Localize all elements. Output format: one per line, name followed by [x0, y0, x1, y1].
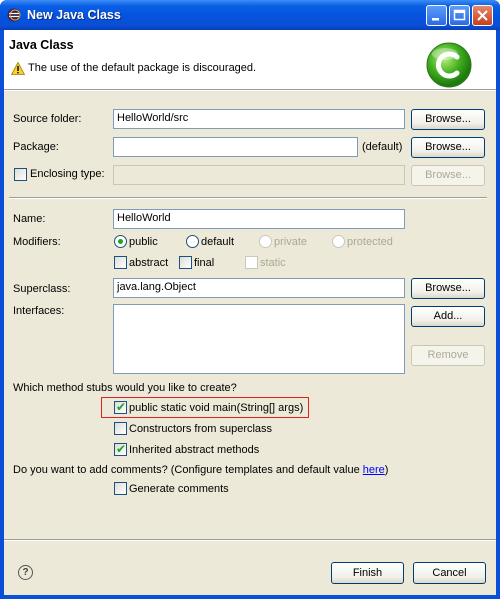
enclosing-type-label: Enclosing type: — [30, 168, 105, 180]
final-checkbox[interactable] — [179, 256, 192, 269]
superclass-browse-button[interactable]: Browse... — [411, 278, 485, 299]
superclass-label: Superclass: — [13, 283, 71, 295]
enclosing-type-browse-button: Browse... — [411, 165, 485, 186]
final-checkbox-label: final — [194, 257, 215, 269]
window-frame-bottom — [0, 595, 500, 599]
source-folder-browse-button[interactable]: Browse... — [411, 109, 485, 130]
wizard-header: Java Class The use of the default packag… — [4, 30, 496, 89]
window-title: New Java Class — [27, 8, 121, 22]
eclipse-icon — [7, 8, 21, 22]
checkmark-icon: ✔ — [116, 400, 127, 414]
inherited-methods-checkbox[interactable]: ✔ — [114, 442, 127, 456]
public-radio-label: public — [129, 236, 158, 248]
close-icon — [477, 10, 488, 21]
generate-comments-checkbox[interactable] — [114, 482, 127, 495]
name-label: Name: — [13, 213, 46, 225]
package-browse-button[interactable]: Browse... — [411, 137, 485, 158]
protected-radio-label: protected — [347, 236, 393, 248]
constructors-label: Constructors from superclass — [129, 423, 273, 435]
java-class-icon — [426, 42, 472, 88]
static-checkbox-label: static — [260, 257, 286, 269]
checkmark-icon: ✔ — [116, 442, 127, 456]
add-interface-button[interactable]: Add... — [411, 306, 485, 327]
configure-templates-link[interactable]: here — [363, 464, 385, 476]
cancel-button[interactable]: Cancel — [413, 562, 486, 584]
dialog-body: Source folder: HelloWorld/src Browse... … — [4, 91, 496, 595]
dialog-window: New Java Class Java Class The use of the… — [0, 0, 500, 599]
inherited-methods-label: Inherited abstract methods — [129, 444, 260, 456]
main-method-label: public static void main(String[] args) — [129, 402, 304, 414]
abstract-checkbox[interactable] — [114, 256, 127, 269]
finish-button[interactable]: Finish — [331, 562, 404, 584]
constructors-checkbox[interactable] — [114, 422, 127, 435]
default-radio[interactable] — [186, 235, 199, 248]
generate-comments-label: Generate comments — [129, 483, 229, 495]
comments-question: Do you want to add comments? (Configure … — [13, 464, 388, 476]
comments-question-text: Do you want to add comments? (Configure … — [13, 464, 363, 476]
minimize-icon — [432, 18, 439, 21]
static-checkbox — [245, 256, 258, 269]
modifiers-label: Modifiers: — [13, 236, 61, 248]
minimize-button[interactable] — [426, 5, 447, 26]
remove-interface-button: Remove — [411, 345, 485, 366]
private-radio — [259, 235, 272, 248]
private-radio-label: private — [274, 236, 308, 248]
window-frame-right — [496, 30, 500, 599]
package-field[interactable] — [113, 137, 358, 157]
interfaces-label: Interfaces: — [13, 305, 65, 317]
title-bar[interactable]: New Java Class — [0, 0, 500, 30]
interfaces-list[interactable] — [113, 304, 405, 374]
page-title: Java Class — [9, 38, 74, 52]
section-separator-1 — [9, 197, 487, 199]
maximize-icon — [453, 9, 466, 21]
enclosing-type-checkbox[interactable] — [14, 168, 27, 181]
method-stubs-question: Which method stubs would you like to cre… — [13, 382, 237, 394]
package-label: Package: — [13, 141, 59, 153]
warning-message: The use of the default package is discou… — [28, 62, 257, 74]
enclosing-type-field — [113, 165, 405, 185]
superclass-field[interactable]: java.lang.Object — [113, 278, 405, 298]
close-window-button[interactable] — [472, 5, 493, 26]
warning-icon — [11, 62, 25, 75]
public-radio[interactable] — [114, 235, 127, 248]
abstract-checkbox-label: abstract — [129, 257, 169, 269]
source-folder-label: Source folder: — [13, 113, 82, 125]
protected-radio — [332, 235, 345, 248]
package-default-hint: (default) — [362, 141, 403, 153]
help-icon[interactable]: ? — [18, 565, 33, 580]
maximize-button[interactable] — [449, 5, 470, 26]
class-name-field[interactable]: HelloWorld — [113, 209, 405, 229]
footer-separator — [4, 539, 496, 541]
default-radio-label: default — [201, 236, 235, 248]
source-folder-field[interactable]: HelloWorld/src — [113, 109, 405, 129]
main-method-checkbox[interactable]: ✔ — [114, 400, 127, 414]
comments-question-end: ) — [384, 464, 389, 476]
